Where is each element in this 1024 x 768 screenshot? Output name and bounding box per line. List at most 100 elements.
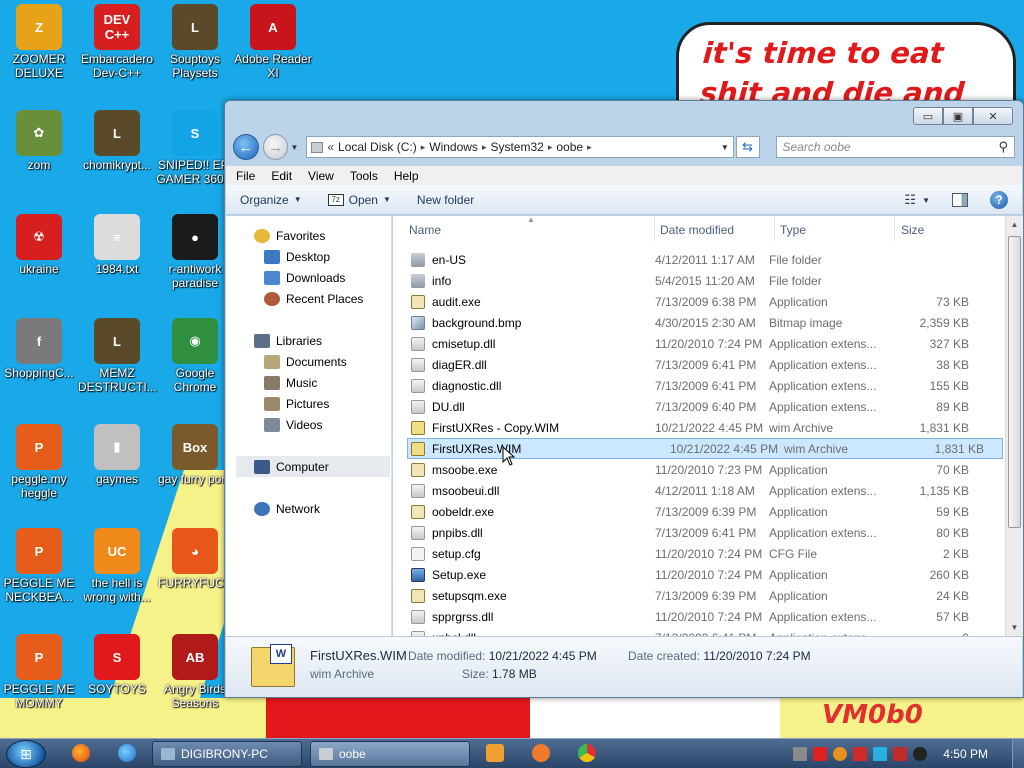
menu-help[interactable]: Help [394, 169, 419, 183]
column-header-type[interactable]: Type [775, 216, 895, 241]
help-icon[interactable]: ? [990, 191, 1008, 209]
nav-pictures[interactable]: Pictures [264, 397, 329, 411]
title-bar[interactable]: ▭ ▣ ✕ [225, 101, 1023, 131]
desktop-icon-google-chrome[interactable]: ◉ Google Chrome [156, 318, 234, 394]
desktop-icon-souptoys-playsets[interactable]: L Souptoys Playsets [156, 4, 234, 80]
table-row[interactable]: msoobeui.dll 4/12/2011 1:18 AM Application… [393, 480, 1005, 501]
tray-monitor-icon[interactable] [873, 747, 888, 761]
nav-computer[interactable]: Computer [236, 456, 390, 477]
tray-flag-icon[interactable] [853, 747, 868, 761]
tray-app-icon[interactable] [793, 747, 808, 761]
nav-libraries[interactable]: Libraries [254, 334, 322, 348]
desktop-icon-the-hell-is-wrong-with[interactable]: UC the hell is wrong with... [78, 528, 156, 604]
desktop-icon-ukraine[interactable]: ☢ ukraine [0, 214, 78, 276]
close-button[interactable]: ✕ [973, 107, 1013, 125]
desktop-icon-gaymes[interactable]: ▮ gaymes [78, 424, 156, 486]
breadcrumb-separator-icon[interactable]: ▸ [482, 142, 487, 153]
desktop-icon-peggle-me-mommy[interactable]: P PEGGLE ME MOMMY [0, 634, 78, 710]
breadcrumb-local-disk[interactable]: Local Disk (C:) [338, 140, 417, 154]
taskbar-button-digibrony-pc[interactable]: DIGIBRONY-PC [152, 741, 302, 767]
open-button[interactable]: 7z Open ▼ [327, 193, 391, 207]
table-row-selected[interactable]: FirstUXRes.WIM 10/21/2022 4:45 PM wim Arch… [407, 438, 1003, 459]
maximize-button[interactable]: ▣ [943, 107, 973, 125]
desktop-icon-soytoys[interactable]: S SOYTOYS [78, 634, 156, 696]
nav-desktop[interactable]: Desktop [264, 250, 330, 264]
nav-network[interactable]: Network [254, 502, 320, 516]
view-options-chevron-icon[interactable]: ▼ [922, 196, 930, 205]
scroll-thumb[interactable] [1008, 236, 1021, 528]
desktop-icon-r-antiwork-paradise[interactable]: ● r-antiwork paradise [156, 214, 234, 290]
table-row[interactable]: diagER.dll 7/13/2009 6:41 PM Application e… [393, 354, 1005, 375]
menu-tools[interactable]: Tools [350, 169, 378, 183]
tray-record-icon[interactable] [913, 747, 928, 761]
breadcrumb-separator-icon[interactable]: ▸ [548, 142, 553, 153]
menu-file[interactable]: File [236, 169, 255, 183]
table-row[interactable]: unbcl.dll7/13/2009 6:41 PMApplication ex… [393, 627, 1005, 636]
tray-v-icon[interactable] [813, 747, 828, 761]
nav-documents[interactable]: Documents [264, 355, 347, 369]
scroll-up-icon[interactable]: ▲ [1006, 216, 1023, 233]
vertical-scrollbar[interactable]: ▲ ▼ [1005, 216, 1023, 636]
table-row[interactable]: cmisetup.dll 11/20/2010 7:24 PM Applicatio… [393, 333, 1005, 354]
firefox-icon[interactable] [72, 744, 90, 762]
desktop-icon-embarcadero-dev-c[interactable]: DEV C++ Embarcadero Dev-C++ [78, 4, 156, 80]
table-row[interactable]: info 5/4/2015 11:20 AM File folder [393, 270, 1005, 291]
show-desktop-button[interactable] [1012, 739, 1024, 768]
change-view-icon[interactable]: ☷ [904, 192, 916, 208]
desktop-icon-adobe-reader-xi[interactable]: A Adobe Reader XI [234, 4, 312, 80]
table-row[interactable]: pnpibs.dll 7/13/2009 6:41 PM Application e… [393, 522, 1005, 543]
breadcrumb-oobe[interactable]: oobe [556, 140, 583, 154]
start-button[interactable]: ⊞ [6, 740, 46, 768]
desktop-icon-angry-birds-seasons[interactable]: AB Angry Birds Seasons [156, 634, 234, 710]
table-row[interactable]: background.bmp 4/30/2015 2:30 AM Bitmap im… [393, 312, 1005, 333]
table-row[interactable]: msoobe.exe 11/20/2010 7:23 PM Application 7… [393, 459, 1005, 480]
forward-button[interactable]: → [262, 134, 289, 160]
breadcrumb-separator-icon[interactable]: ▸ [587, 142, 592, 153]
desktop-icon-1984-txt[interactable]: ≡ 1984.txt [78, 214, 156, 276]
tray-search-icon[interactable] [833, 747, 848, 761]
nav-favorites[interactable]: Favorites [254, 229, 325, 243]
table-row[interactable]: diagnostic.dll 7/13/2009 6:41 PM Applicati… [393, 375, 1005, 396]
desktop-icon-shoppingc[interactable]: f ShoppingC... [0, 318, 78, 380]
desktop-icon-sniped-epi-gamer-360[interactable]: S SNIPED!! EPI GAMER 360... [156, 110, 234, 186]
menu-edit[interactable]: Edit [271, 169, 292, 183]
organize-button[interactable]: Organize ▼ [240, 193, 302, 207]
nav-downloads[interactable]: Downloads [264, 271, 345, 285]
table-row[interactable]: en-US 4/12/2011 1:17 AM File folder [393, 249, 1005, 270]
table-row[interactable]: Setup.exe 11/20/2010 7:24 PM Application 26… [393, 564, 1005, 585]
clock[interactable]: 4:50 PM [943, 747, 988, 761]
menu-view[interactable]: View [308, 169, 334, 183]
address-bar[interactable]: « Local Disk (C:) ▸ Windows ▸ System32 ▸… [306, 136, 734, 158]
nav-music[interactable]: Music [264, 376, 317, 390]
desktop-icon-gay-furry-porn[interactable]: Box gay furry porn [156, 424, 234, 486]
search-icon[interactable]: ⚲ [998, 139, 1008, 155]
nav-videos[interactable]: Videos [264, 418, 322, 432]
desktop-icon-chomikrypt[interactable]: Lchomikrypt... [78, 110, 156, 172]
desktop-icon-peggle-my-heggle[interactable]: Ppeggle.my heggle [0, 424, 78, 500]
column-header-date[interactable]: Date modified [655, 216, 775, 241]
chrome-icon[interactable] [578, 744, 596, 762]
minimize-button[interactable]: ▭ [913, 107, 943, 125]
refresh-icon[interactable]: ⇆ [735, 136, 760, 158]
app-orange-icon[interactable] [532, 744, 550, 762]
address-prefix[interactable]: « [327, 140, 334, 154]
search-input[interactable]: Search oobe ⚲ [775, 136, 1015, 158]
breadcrumb-windows[interactable]: Windows [429, 140, 478, 154]
desktop-icon-peggle-me-neckbea[interactable]: P PEGGLE ME NECKBEA... [0, 528, 78, 604]
desktop-icon-memz-destructi[interactable]: L MEMZ DESTRUCTI... [78, 318, 157, 394]
preview-pane-icon[interactable] [952, 193, 968, 207]
table-row[interactable]: spprgrss.dll 11/20/2010 7:24 PM Applicatio… [393, 606, 1005, 627]
new-folder-button[interactable]: New folder [417, 193, 474, 207]
media-player-icon[interactable] [486, 744, 504, 762]
column-header-size[interactable]: Size [895, 216, 985, 241]
taskbar-button-oobe[interactable]: oobe [310, 741, 470, 767]
recent-pages-arrow-icon[interactable]: ▼ [290, 143, 302, 152]
desktop-icon-zoomer-deluxe[interactable]: Z ZOOMER DELUXE [0, 4, 78, 80]
table-row[interactable]: setup.cfg 11/20/2010 7:24 PM CFG File 2 KB [393, 543, 1005, 564]
nav-recent-places[interactable]: Recent Places [264, 292, 363, 306]
table-row[interactable]: audit.exe 7/13/2009 6:38 PM Application 73 … [393, 291, 1005, 312]
desktop-icon-furryfuck[interactable]: ◕ FURRYFUCK [156, 528, 234, 590]
table-row[interactable]: DU.dll 7/13/2009 6:40 PM Application exten… [393, 396, 1005, 417]
breadcrumb-separator-icon[interactable]: ▸ [421, 142, 426, 153]
table-row[interactable]: setupsqm.exe 7/13/2009 6:39 PM Application… [393, 585, 1005, 606]
